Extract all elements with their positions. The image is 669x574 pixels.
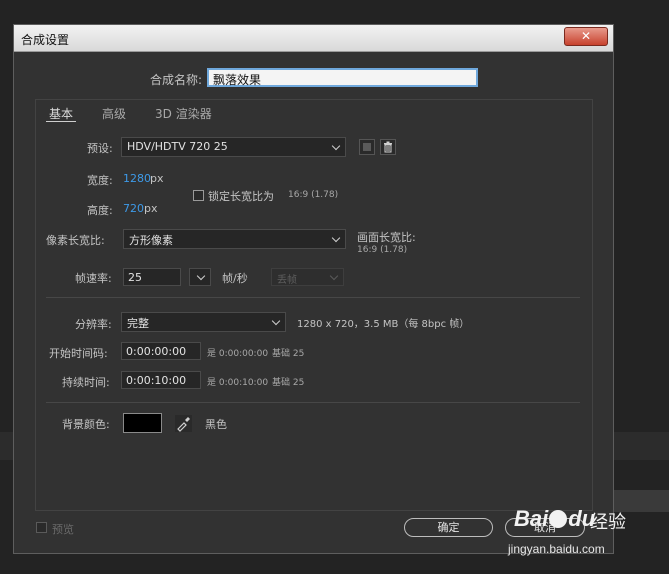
baidu-watermark: Bai du 经验 jingyan.baidu.com bbox=[508, 500, 664, 560]
frame-aspect-label: 画面长宽比: bbox=[357, 231, 416, 244]
drop-frame-value: 丢帧 bbox=[277, 275, 297, 286]
divider bbox=[46, 297, 580, 298]
close-button[interactable]: ✕ bbox=[564, 27, 608, 46]
height-label: 高度: bbox=[87, 204, 113, 217]
background-color-name: 黑色 bbox=[205, 418, 227, 431]
pixel-aspect-value: 方形像素 bbox=[129, 234, 173, 247]
resolution-dropdown[interactable]: 完整 bbox=[121, 312, 286, 332]
duration-base: 基础 25 bbox=[272, 378, 305, 388]
background-color-swatch[interactable] bbox=[123, 413, 162, 433]
watermark-suffix: 经验 bbox=[590, 512, 626, 532]
width-unit: px bbox=[150, 172, 164, 185]
tab-3d-renderer[interactable]: 3D 渲染器 bbox=[155, 105, 212, 122]
preset-dropdown[interactable]: HDV/HDTV 720 25 bbox=[121, 137, 346, 157]
width-label: 宽度: bbox=[87, 174, 113, 187]
eyedropper-icon[interactable] bbox=[175, 415, 192, 432]
start-timecode-label: 开始时间码: bbox=[49, 347, 108, 360]
height-unit: px bbox=[144, 202, 158, 215]
frame-rate-dropdown[interactable] bbox=[189, 268, 211, 286]
duration-input[interactable]: 0:00:10:00 bbox=[121, 371, 201, 389]
preview-label: 预览 bbox=[52, 523, 74, 536]
divider bbox=[46, 402, 580, 403]
composition-name-input[interactable]: 飘落效果 bbox=[207, 68, 478, 87]
composition-name-label: 合成名称: bbox=[150, 73, 203, 87]
pixel-aspect-dropdown[interactable]: 方形像素 bbox=[123, 229, 346, 249]
frame-rate-input[interactable]: 25 bbox=[123, 268, 181, 286]
chevron-down-icon bbox=[196, 271, 206, 281]
height-value[interactable]: 720 bbox=[123, 202, 144, 215]
trash-icon[interactable] bbox=[380, 139, 396, 155]
chevron-down-icon bbox=[329, 271, 339, 281]
start-timecode-note: 是 0:00:00:00 bbox=[207, 349, 269, 359]
start-timecode-input[interactable]: 0:00:00:00 bbox=[121, 342, 201, 360]
frame-rate-unit: 帧/秒 bbox=[222, 272, 248, 285]
resolution-info: 1280 x 720，3.5 MB（每 8bpc 帧） bbox=[297, 319, 470, 330]
paw-icon bbox=[549, 510, 568, 528]
width-value[interactable]: 1280 bbox=[123, 172, 151, 185]
preset-label: 预设: bbox=[87, 142, 113, 155]
frame-rate-label: 帧速率: bbox=[75, 272, 112, 285]
drop-frame-dropdown[interactable]: 丢帧 bbox=[271, 268, 344, 286]
watermark-brand: Bai du bbox=[514, 506, 596, 531]
settings-panel bbox=[35, 99, 593, 511]
duration-note: 是 0:00:10:00 bbox=[207, 378, 269, 388]
tab-basic[interactable]: 基本 bbox=[49, 105, 73, 122]
frame-aspect-value: 16:9 (1.78) bbox=[357, 245, 408, 255]
lock-aspect-label: 锁定长宽比为 bbox=[208, 190, 274, 203]
ok-button[interactable]: 确定 bbox=[404, 518, 493, 537]
preset-value: HDV/HDTV 720 25 bbox=[127, 140, 228, 153]
active-tab-indicator bbox=[46, 121, 76, 122]
dialog-title: 合成设置 bbox=[21, 33, 70, 47]
chevron-down-icon bbox=[271, 316, 281, 326]
save-preset-icon[interactable] bbox=[359, 139, 375, 155]
tab-advanced[interactable]: 高级 bbox=[102, 105, 126, 122]
preview-checkbox[interactable] bbox=[36, 522, 47, 533]
title-bar: 合成设置 ✕ bbox=[14, 25, 613, 52]
resolution-label: 分辨率: bbox=[75, 318, 112, 331]
background-color-label: 背景颜色: bbox=[62, 418, 110, 431]
start-timecode-base: 基础 25 bbox=[272, 349, 305, 359]
pixel-aspect-label: 像素长宽比: bbox=[46, 234, 105, 247]
chevron-down-icon bbox=[331, 141, 341, 151]
lock-aspect-ratio: 16:9 (1.78) bbox=[288, 190, 339, 200]
resolution-value: 完整 bbox=[127, 317, 149, 330]
watermark-url: jingyan.baidu.com bbox=[508, 542, 605, 556]
lock-aspect-checkbox[interactable] bbox=[193, 190, 204, 201]
composition-settings-dialog: 合成设置 ✕ 合成名称: 飘落效果 基本 高级 3D 渲染器 预设: HDV/H… bbox=[13, 24, 614, 554]
duration-label: 持续时间: bbox=[62, 376, 110, 389]
chevron-down-icon bbox=[331, 233, 341, 243]
